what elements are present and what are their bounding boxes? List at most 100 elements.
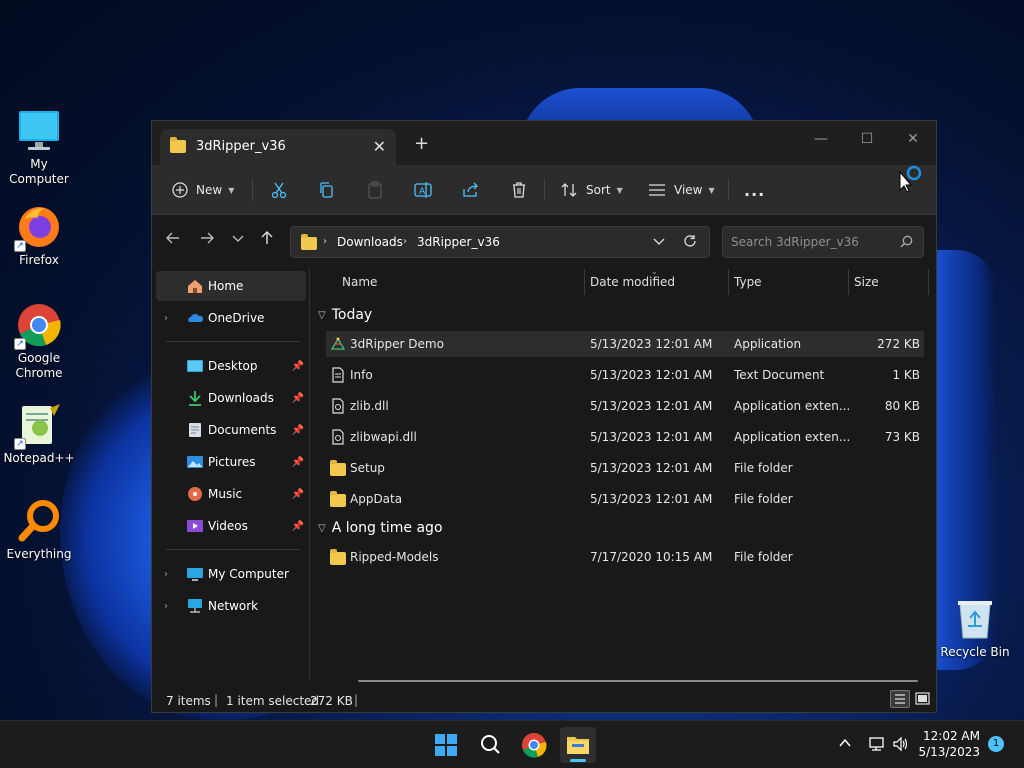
column-header-name[interactable]: Name	[342, 275, 377, 289]
file-list: Name Date modified ⌄ Type Size ▽ Today 3…	[312, 267, 936, 682]
sort-button[interactable]: Sort ▼	[560, 177, 623, 203]
sidebar-divider	[166, 549, 300, 550]
taskbar: 12:02 AM 5/13/2023 1	[0, 720, 1024, 768]
file-type: File folder	[734, 461, 793, 475]
address-dropdown-button[interactable]	[653, 235, 665, 250]
new-button[interactable]: New ▼	[172, 177, 234, 203]
desktop-icon-notepadpp[interactable]: ↗ Notepad++	[0, 402, 78, 466]
chevron-down-icon	[653, 238, 665, 245]
toolbar-divider	[728, 179, 729, 201]
horizontal-scrollbar[interactable]	[358, 680, 918, 682]
file-date: 5/13/2023 12:01 AM	[590, 430, 713, 444]
desktop-icon-everything[interactable]: Everything	[0, 498, 78, 562]
clock[interactable]: 12:02 AM 5/13/2023	[918, 728, 980, 760]
sidebar-item-onedrive[interactable]: › OneDrive	[156, 303, 306, 333]
column-divider[interactable]	[848, 269, 849, 295]
refresh-icon	[684, 235, 696, 247]
cut-button[interactable]	[270, 177, 288, 203]
close-button[interactable]: ✕	[890, 125, 936, 153]
sidebar-item-label: Videos	[208, 519, 248, 533]
address-bar[interactable]: › Downloads › 3dRipper_v36	[290, 226, 710, 258]
column-header-date-modified[interactable]: Date modified	[590, 275, 675, 289]
start-button[interactable]	[428, 727, 464, 763]
tab-3dripper[interactable]: 3dRipper_v36 ✕	[160, 129, 396, 165]
file-row[interactable]: zlibwapi.dll 5/13/2023 12:01 AM Applicat…	[326, 424, 924, 450]
sidebar-item-downloads[interactable]: Downloads 📌	[156, 383, 306, 413]
chrome-icon: ↗	[14, 302, 62, 350]
search-taskbar-button[interactable]	[472, 727, 508, 763]
view-button[interactable]: View ▼	[648, 177, 715, 203]
file-type: File folder	[734, 492, 793, 506]
file-row[interactable]: AppData 5/13/2023 12:01 AM File folder	[326, 486, 924, 512]
file-explorer-taskbar-button[interactable]	[560, 727, 596, 763]
view-label: View	[674, 183, 703, 197]
status-bar: 7 items | 1 item selected 272 KB |	[152, 686, 936, 714]
arrow-up-icon	[261, 231, 273, 244]
sidebar-item-home[interactable]: Home	[156, 271, 306, 301]
desktop-icon-recycle-bin[interactable]: Recycle Bin	[936, 596, 1014, 660]
rename-button[interactable]: A	[414, 177, 432, 203]
sidebar-item-network[interactable]: › Network	[156, 591, 306, 621]
column-divider[interactable]	[928, 269, 929, 295]
maximize-button[interactable]: ☐	[844, 125, 890, 153]
sidebar-item-label: Desktop	[208, 359, 258, 373]
title-bar: 3dRipper_v36 ✕ + — ☐ ✕	[152, 121, 936, 165]
column-header-size[interactable]: Size	[854, 275, 879, 289]
new-tab-button[interactable]: +	[414, 133, 429, 154]
copy-button[interactable]	[318, 177, 336, 203]
network-tray-icon[interactable]	[868, 736, 886, 756]
tab-close-button[interactable]: ✕	[373, 137, 386, 156]
chrome-taskbar-button[interactable]	[516, 727, 552, 763]
search-icon[interactable]	[900, 235, 913, 251]
group-header-today[interactable]: ▽ Today	[318, 307, 372, 323]
share-button[interactable]	[462, 177, 480, 203]
sidebar-item-label: My Computer	[208, 567, 289, 581]
tiles-view-button[interactable]	[914, 690, 932, 708]
sidebar-item-pictures[interactable]: Pictures 📌	[156, 447, 306, 477]
desktop-icon-my-computer[interactable]: My Computer	[0, 108, 78, 187]
back-button[interactable]	[166, 231, 180, 249]
details-view-button[interactable]	[890, 690, 910, 708]
notification-badge[interactable]: 1	[988, 736, 1004, 752]
sidebar-item-documents[interactable]: Documents 📌	[156, 415, 306, 445]
file-row[interactable]: zlib.dll 5/13/2023 12:01 AM Application …	[326, 393, 924, 419]
paste-button[interactable]	[366, 177, 384, 203]
search-input[interactable]	[731, 233, 891, 251]
sidebar-item-music[interactable]: Music 📌	[156, 479, 306, 509]
file-row[interactable]: Info 5/13/2023 12:01 AM Text Document 1 …	[326, 362, 924, 388]
column-header-type[interactable]: Type	[734, 275, 762, 289]
more-options-button[interactable]: ...	[744, 177, 765, 203]
file-row[interactable]: Ripped-Models 7/17/2020 10:15 AM File fo…	[326, 544, 924, 570]
recent-locations-button[interactable]	[232, 231, 244, 249]
minimize-button[interactable]: —	[798, 125, 844, 153]
breadcrumb-current-folder[interactable]: 3dRipper_v36	[417, 235, 500, 249]
delete-button[interactable]	[510, 177, 528, 203]
file-size: 73 KB	[884, 430, 920, 444]
refresh-button[interactable]	[683, 234, 697, 251]
sidebar-divider	[166, 341, 300, 342]
file-size: 80 KB	[884, 399, 920, 413]
breadcrumb-chevron-icon: ›	[403, 236, 407, 247]
sort-icon	[561, 183, 577, 197]
clock-date: 5/13/2023	[918, 745, 980, 759]
chevron-right-icon: ›	[164, 600, 168, 612]
forward-button[interactable]	[200, 231, 214, 249]
show-hidden-icons-button[interactable]	[838, 736, 852, 754]
volume-icon[interactable]	[892, 736, 910, 756]
file-explorer-window: 3dRipper_v36 ✕ + — ☐ ✕ New ▼ A Sort ▼ Vi…	[151, 120, 937, 713]
group-label: A long time ago	[331, 520, 443, 536]
desktop-icon-chrome[interactable]: ↗ Google Chrome	[0, 302, 78, 381]
column-divider[interactable]	[728, 269, 729, 295]
desktop-icon-firefox[interactable]: ↗ Firefox	[0, 204, 78, 268]
column-divider[interactable]	[584, 269, 585, 295]
sidebar-item-videos[interactable]: Videos 📌	[156, 511, 306, 541]
sidebar-item-desktop[interactable]: Desktop 📌	[156, 351, 306, 381]
music-icon	[188, 487, 202, 501]
file-row[interactable]: 3dRipper Demo 5/13/2023 12:01 AM Applica…	[326, 331, 924, 357]
breadcrumb-downloads[interactable]: Downloads	[337, 235, 403, 249]
group-header-a-long-time-ago[interactable]: ▽ A long time ago	[318, 520, 443, 536]
sidebar-item-my-computer[interactable]: › My Computer	[156, 559, 306, 589]
file-row[interactable]: Setup 5/13/2023 12:01 AM File folder	[326, 455, 924, 481]
up-button[interactable]	[260, 231, 274, 249]
onedrive-icon	[188, 313, 204, 322]
